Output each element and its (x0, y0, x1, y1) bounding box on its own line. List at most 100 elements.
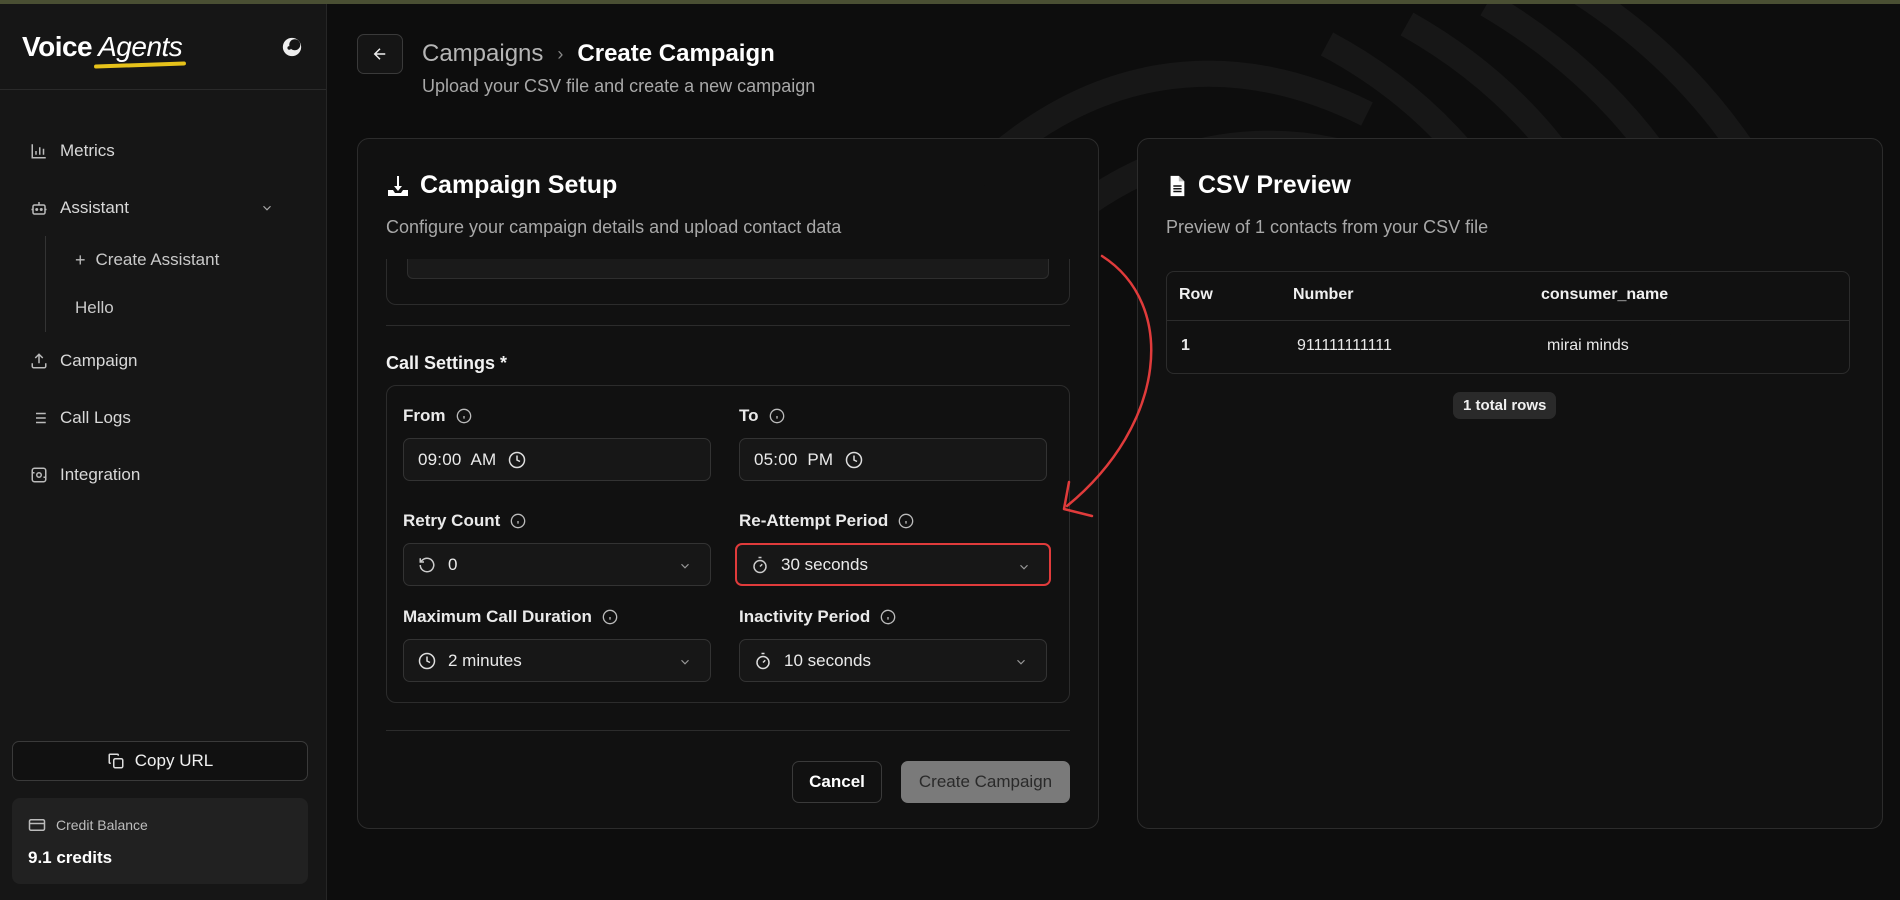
page-title: Create Campaign (577, 40, 775, 67)
bot-icon (31, 201, 47, 215)
brand-accent: Agents (98, 30, 183, 62)
to-time-value: 05:00 PM (754, 449, 834, 469)
list-icon (32, 412, 46, 423)
csv-preview-description: Preview of 1 contacts from your CSV file (1166, 217, 1489, 237)
previous-input-field[interactable] (407, 259, 1049, 279)
brand-main: Voice (22, 30, 93, 62)
sidebar-item-label: Call Logs (60, 407, 131, 427)
retry-count-value: 0 (448, 554, 458, 574)
sidebar: Voice Agents Metrics Assistant + Create A… (0, 4, 327, 900)
sidebar-nav: Metrics Assistant + Create Assistant Hel… (0, 90, 326, 503)
info-icon[interactable] (898, 513, 914, 529)
call-settings-label: Call Settings * (386, 353, 508, 373)
bar-chart-icon (31, 143, 46, 158)
chevron-down-icon (681, 563, 689, 569)
arrow-left-icon (373, 48, 386, 60)
credit-balance-header: Credit Balance (28, 816, 292, 834)
info-icon[interactable] (880, 609, 896, 625)
reattempt-period-label-text: Re-Attempt Period (739, 511, 889, 530)
copy-url-button[interactable]: Copy URL (12, 741, 308, 781)
sidebar-item-assistant[interactable]: Assistant (0, 179, 326, 236)
retry-count-select[interactable]: 0 (403, 543, 711, 586)
sidebar-item-label: Hello (75, 298, 114, 317)
from-label-text: From (403, 406, 446, 425)
csv-preview-card: CSV Preview Preview of 1 contacts from y… (1137, 138, 1883, 829)
table-header-row: Row (1179, 286, 1213, 303)
reattempt-period-value: 30 seconds (781, 554, 868, 574)
csv-preview-title: CSV Preview (1166, 171, 1351, 200)
brand-logo[interactable]: Voice Agents (22, 30, 183, 63)
retry-count-field: Retry Count 0 (403, 511, 711, 586)
info-icon[interactable] (602, 609, 618, 625)
info-icon[interactable] (456, 408, 472, 424)
to-field: To 05:00 PM (739, 406, 1047, 481)
campaign-setup-card: Campaign Setup Configure your campaign d… (357, 138, 1099, 829)
moon-icon (282, 37, 302, 56)
clock-icon (846, 451, 863, 468)
from-time-value: 09:00 AM (418, 449, 497, 469)
sidebar-item-hello[interactable]: Hello (75, 284, 326, 332)
campaign-setup-title-text: Campaign Setup (420, 171, 618, 199)
brand-header: Voice Agents (0, 4, 326, 90)
retry-count-label-text: Retry Count (403, 511, 501, 530)
retry-count-label: Retry Count (403, 511, 711, 531)
rotate-ccw-icon (419, 557, 435, 572)
inactivity-period-value: 10 seconds (784, 650, 871, 670)
create-campaign-button[interactable]: Create Campaign (901, 761, 1070, 803)
chevron-right-icon: › (557, 43, 564, 64)
to-label-text: To (739, 406, 759, 425)
back-button[interactable] (357, 34, 403, 74)
timer-icon (753, 556, 767, 573)
to-label: To (739, 406, 1047, 426)
sidebar-item-create-assistant[interactable]: + Create Assistant (75, 236, 326, 284)
max-call-duration-label: Maximum Call Duration (403, 607, 711, 627)
section-divider (386, 730, 1070, 731)
chevron-down-icon[interactable] (260, 201, 274, 215)
table-cell-number: 911111111111 (1297, 337, 1392, 354)
campaign-setup-title: Campaign Setup (386, 171, 617, 200)
info-icon[interactable] (510, 513, 526, 529)
info-icon[interactable] (769, 408, 785, 424)
csv-preview-title-text: CSV Preview (1198, 171, 1351, 199)
reattempt-period-label: Re-Attempt Period (739, 511, 1047, 531)
credit-balance-card: Credit Balance 9.1 credits (12, 798, 308, 884)
page-subtitle: Upload your CSV file and create a new ca… (422, 76, 816, 96)
table-cell-consumer-name: mirai minds (1547, 337, 1629, 354)
credit-balance-value: 9.1 credits (28, 848, 113, 867)
csv-preview-table: Row Number consumer_name 1 911111111111 … (1166, 271, 1850, 374)
download-icon (388, 175, 408, 196)
credit-card-icon (28, 819, 46, 831)
sidebar-item-call-logs[interactable]: Call Logs (0, 389, 326, 446)
sidebar-item-campaign[interactable]: Campaign (0, 332, 326, 389)
sidebar-item-integration[interactable]: Integration (0, 446, 326, 503)
file-text-icon (1170, 175, 1185, 196)
inactivity-period-select[interactable]: 10 seconds (739, 639, 1047, 682)
from-time-input[interactable]: 09:00 AM (403, 438, 711, 481)
call-settings-box: From 09:00 AM To 05:00 PM Retry Count 0 … (386, 385, 1070, 703)
theme-toggle-button[interactable] (280, 35, 304, 59)
credit-balance-label: Credit Balance (56, 817, 148, 833)
inactivity-period-label-text: Inactivity Period (739, 607, 871, 626)
assistant-subnav: + Create Assistant Hello (45, 236, 326, 332)
integration-icon (31, 467, 47, 482)
max-call-duration-select[interactable]: 2 minutes (403, 639, 711, 682)
to-time-input[interactable]: 05:00 PM (739, 438, 1047, 481)
breadcrumb-campaigns[interactable]: Campaigns (422, 40, 543, 68)
plus-icon: + (75, 249, 86, 270)
reattempt-period-select[interactable]: 30 seconds (735, 543, 1051, 586)
table-header-consumer-name: consumer_name (1541, 286, 1669, 303)
clock-icon (418, 652, 436, 669)
upload-icon (31, 352, 47, 368)
from-field: From 09:00 AM (403, 406, 711, 481)
max-call-duration-label-text: Maximum Call Duration (403, 607, 592, 626)
sidebar-item-label: Assistant (60, 197, 129, 217)
breadcrumb: Campaigns › Create Campaign (422, 40, 775, 68)
chevron-down-icon (1017, 659, 1025, 665)
cancel-button[interactable]: Cancel (792, 761, 882, 803)
sidebar-item-metrics[interactable]: Metrics (0, 122, 326, 179)
max-call-duration-value: 2 minutes (448, 650, 522, 670)
sidebar-item-label: Integration (60, 464, 141, 484)
total-rows-badge: 1 total rows (1453, 392, 1557, 419)
table-divider (1167, 320, 1849, 321)
chevron-down-icon (1020, 564, 1028, 570)
